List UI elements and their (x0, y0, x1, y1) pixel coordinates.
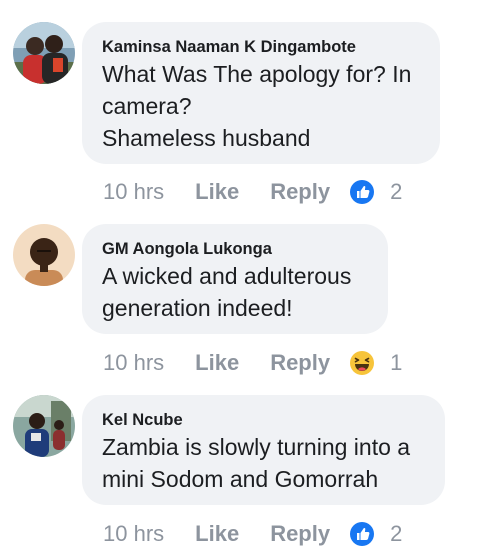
comment-timestamp[interactable]: 10 hrs (103, 350, 164, 376)
haha-reaction-icon[interactable] (350, 351, 375, 375)
comment-timestamp[interactable]: 10 hrs (103, 179, 164, 205)
comment-text: Zambia is slowly turning into a mini Sod… (102, 434, 411, 492)
like-button[interactable]: Like (195, 179, 239, 205)
like-button[interactable]: Like (195, 350, 239, 376)
comment-bubble: GM Aongola Lukonga A wicked and adultero… (82, 224, 388, 334)
avatar[interactable] (13, 395, 75, 457)
comment-author[interactable]: Kaminsa Naaman K Dingambote (102, 36, 420, 58)
reaction-count[interactable]: 2 (390, 521, 402, 547)
avatar[interactable] (13, 224, 75, 286)
avatar[interactable] (13, 22, 75, 84)
comment-actions: 10 hrs Like Reply 1 (103, 348, 402, 378)
reply-button[interactable]: Reply (270, 521, 330, 547)
like-reaction-icon[interactable] (350, 522, 375, 546)
comment-bubble: Kaminsa Naaman K Dingambote What Was The… (82, 22, 440, 164)
comment-actions: 10 hrs Like Reply 2 (103, 177, 402, 207)
comment-text: What Was The apology for? In camera? Sha… (102, 61, 412, 151)
like-button[interactable]: Like (195, 521, 239, 547)
comment-author[interactable]: Kel Ncube (102, 409, 425, 431)
comment-text: A wicked and adulterous generation indee… (102, 263, 352, 321)
like-reaction-icon[interactable] (350, 180, 375, 204)
reply-button[interactable]: Reply (270, 179, 330, 205)
reaction-count[interactable]: 2 (390, 179, 402, 205)
comment-timestamp[interactable]: 10 hrs (103, 521, 164, 547)
reaction-count[interactable]: 1 (390, 350, 402, 376)
comment-bubble: Kel Ncube Zambia is slowly turning into … (82, 395, 445, 505)
comment-author[interactable]: GM Aongola Lukonga (102, 238, 368, 260)
reply-button[interactable]: Reply (270, 350, 330, 376)
comment-actions: 10 hrs Like Reply 2 (103, 519, 402, 549)
